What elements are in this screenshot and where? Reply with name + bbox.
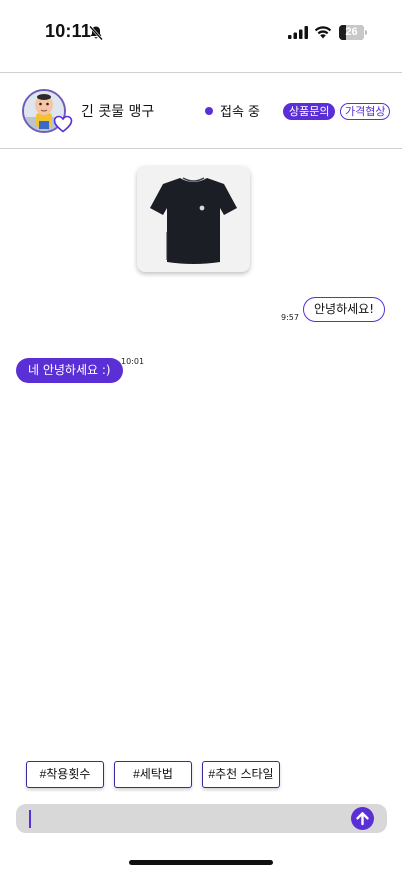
send-button[interactable] xyxy=(351,807,374,830)
battery-level: 26 xyxy=(345,26,358,38)
bell-off-icon xyxy=(89,25,103,41)
quick-tag-washing[interactable]: #세탁법 xyxy=(114,761,192,788)
status-bar: 10:11 26 xyxy=(0,0,402,64)
user-name: 긴 콧물 맹구 xyxy=(81,104,155,120)
message-time-sent: 9:57 xyxy=(281,313,299,322)
arrow-up-icon xyxy=(356,812,369,826)
message-input[interactable] xyxy=(26,808,346,829)
online-indicator xyxy=(205,107,213,115)
battery-icon: 26 xyxy=(339,25,367,40)
wifi-icon xyxy=(314,26,332,39)
message-input-bar xyxy=(16,804,387,833)
quick-tag-style[interactable]: #추천 스타일 xyxy=(202,761,280,788)
status-time: 10:11 xyxy=(45,21,92,41)
message-bubble-sent: 안녕하세요! xyxy=(303,297,386,322)
product-card[interactable] xyxy=(137,166,250,272)
message-bubble-received: 네 안녕하세요 :) xyxy=(16,358,123,383)
chat-header: 긴 콧물 맹구 접속 중 상품문의 가격협상 xyxy=(0,72,402,149)
message-time-received: 10:01 xyxy=(121,357,145,366)
text-caret xyxy=(29,810,31,828)
tag-product-inquiry[interactable]: 상품문의 xyxy=(283,103,336,120)
online-status: 접속 중 xyxy=(220,105,261,120)
quick-tag-wear-count[interactable]: #착용횟수 xyxy=(26,761,104,788)
heart-icon[interactable] xyxy=(53,115,73,133)
tshirt-icon xyxy=(150,177,237,264)
home-indicator xyxy=(129,860,273,865)
tag-price-negotiation[interactable]: 가격협상 xyxy=(340,103,391,120)
cellular-signal-icon xyxy=(288,26,308,39)
